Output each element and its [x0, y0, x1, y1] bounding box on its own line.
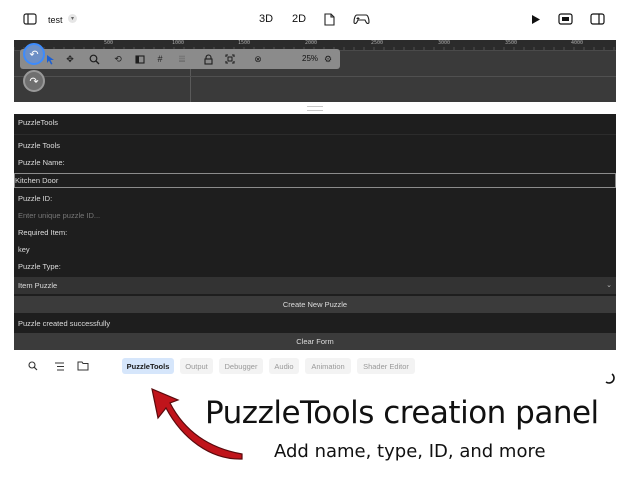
gamepad-icon[interactable]	[352, 12, 370, 26]
section-title-row: Puzzle Tools	[14, 137, 616, 154]
required-item-value: key	[18, 245, 30, 254]
puzzle-tools-panel: PuzzleTools Puzzle Tools Puzzle Name: Ki…	[14, 114, 616, 350]
redo-icon[interactable]: ↷	[23, 70, 45, 92]
tab-shader-editor[interactable]: Shader Editor	[357, 358, 415, 374]
puzzle-type-label: Puzzle Type:	[18, 262, 61, 271]
tab-output[interactable]: Output	[180, 358, 213, 374]
zoom-settings-icon[interactable]: ⚙	[322, 53, 334, 65]
ruler-tick-label: 1000	[172, 40, 185, 46]
puzzle-name-value: Kitchen Door	[15, 176, 59, 185]
guide-line	[14, 76, 616, 77]
export-icon[interactable]	[557, 12, 573, 26]
puzzle-id-placeholder: Enter unique puzzle ID...	[18, 211, 101, 220]
section-title: Puzzle Tools	[18, 141, 60, 150]
required-label-row: Required Item:	[14, 224, 616, 241]
ruler-tick-label: 1500	[238, 40, 251, 46]
rect-icon[interactable]	[134, 53, 146, 65]
tab-audio[interactable]: Audio	[269, 358, 299, 374]
puzzle-name-label: Puzzle Name:	[18, 158, 65, 167]
top-toolbar: test ▾ 3D 2D	[0, 0, 630, 40]
undo-icon[interactable]: ↶	[23, 43, 45, 65]
puzzle-type-value: Item Puzzle	[18, 281, 58, 290]
move-icon[interactable]: ✥	[64, 53, 76, 65]
clear-form-label: Clear Form	[296, 337, 334, 346]
mode-2d-button[interactable]: 2D	[292, 13, 306, 25]
document-icon[interactable]	[322, 12, 336, 26]
puzzle-id-label: Puzzle ID:	[18, 194, 53, 203]
status-row: Puzzle created successfully	[14, 315, 616, 332]
panel-header: PuzzleTools	[14, 114, 616, 131]
annotation-title: PuzzleTools creation panel	[205, 395, 599, 431]
id-label-row: Puzzle ID:	[14, 190, 616, 207]
search-icon[interactable]	[26, 359, 40, 373]
ruler-tick-label: 2000	[305, 40, 318, 46]
settings-icon[interactable]: ⊗	[252, 53, 264, 65]
spinner-icon	[605, 373, 615, 384]
tab-debugger[interactable]: Debugger	[219, 358, 263, 374]
required-item-input[interactable]: key	[14, 241, 616, 258]
grid-icon[interactable]: #	[154, 53, 166, 65]
puzzle-name-input[interactable]: Kitchen Door	[14, 173, 616, 188]
folder-icon[interactable]	[76, 359, 90, 373]
bottom-tab-bar: PuzzleTools Output Debugger Audio Animat…	[14, 355, 616, 379]
list-icon[interactable]	[52, 359, 66, 373]
resize-handle[interactable]	[307, 106, 323, 111]
puzzle-type-select[interactable]: Item Puzzle ⌄	[14, 277, 616, 294]
panel-tab-title: PuzzleTools	[18, 118, 59, 127]
ruler-tick-label: 4000	[571, 40, 584, 46]
tab-animation[interactable]: Animation	[305, 358, 351, 374]
viewport-toolbar: ✥ ⟲ # ⦙⦙⦙ ⊗ 25% ⚙	[20, 49, 340, 69]
annotation-subtitle: Add name, type, ID, and more	[274, 441, 546, 462]
name-label-row: Puzzle Name:	[14, 154, 616, 171]
chevron-down-icon: ⌄	[606, 282, 612, 289]
ruler-tick-label: 2500	[371, 40, 384, 46]
scene-viewport[interactable]: 500 1000 1500 2000 2500 3000 3500 4000 ✥…	[14, 40, 616, 102]
ruler-tick-label: 500	[104, 40, 114, 46]
link-icon[interactable]: ⟲	[112, 53, 124, 65]
create-puzzle-label: Create New Puzzle	[282, 300, 348, 309]
status-message: Puzzle created successfully	[18, 319, 111, 328]
chevron-down-icon[interactable]: ▾	[68, 14, 77, 23]
type-label-row: Puzzle Type:	[14, 258, 616, 275]
tab-puzzletools[interactable]: PuzzleTools	[122, 358, 174, 374]
sidebar-toggle-icon[interactable]	[22, 12, 38, 26]
puzzle-id-input[interactable]: Enter unique puzzle ID...	[14, 207, 616, 224]
zoom-level[interactable]: 25%	[302, 54, 318, 63]
frame-icon[interactable]	[224, 53, 236, 65]
required-item-label: Required Item:	[18, 228, 68, 237]
play-icon[interactable]	[530, 13, 542, 25]
lock-icon[interactable]	[202, 53, 214, 65]
snap-icon[interactable]: ⦙⦙⦙	[176, 53, 188, 65]
select-arrow-icon[interactable]	[44, 53, 56, 65]
ruler-tick-label: 3500	[505, 40, 518, 46]
divider	[14, 134, 616, 135]
zoom-icon[interactable]	[88, 53, 100, 65]
clear-form-button[interactable]: Clear Form	[14, 333, 616, 350]
mode-3d-button[interactable]: 3D	[259, 13, 273, 25]
create-puzzle-button[interactable]: Create New Puzzle	[14, 296, 616, 313]
ruler-tick-label: 3000	[438, 40, 451, 46]
right-panel-icon[interactable]	[589, 12, 605, 26]
project-name[interactable]: test	[48, 15, 63, 25]
